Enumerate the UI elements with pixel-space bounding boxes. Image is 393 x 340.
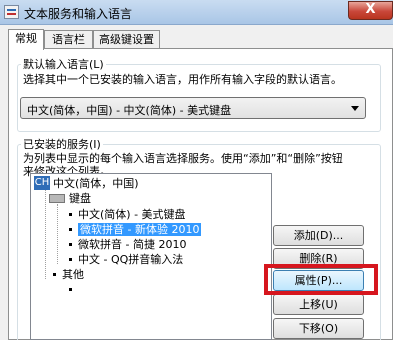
tree-node-keyboard-item-label: 微软拼音 - 简捷 2010 [78, 238, 187, 251]
default-language-dropdown[interactable]: 中文(简体，中国) - 中文(简体) - 美式键盘 [20, 97, 366, 119]
title-bar[interactable]: 文本服务和输入语言 X [0, 0, 393, 25]
chevron-down-icon [351, 106, 359, 111]
default-language-value: 中文(简体，中国) - 中文(简体) - 美式键盘 [27, 104, 232, 117]
bullet-icon [69, 287, 72, 291]
tree-node-keyboard-item[interactable]: 中文(简体) - 美式键盘 [69, 207, 186, 222]
move-up-button[interactable]: 上移(U) [273, 294, 364, 315]
tree-node-other-group-label: 其他 [62, 268, 84, 281]
bullet-icon [53, 272, 56, 276]
remove-button[interactable]: 删除(R) [273, 248, 364, 269]
tree-node-keyboard-item-label: 中文 - QQ拼音输入法 [78, 253, 184, 266]
tree-connector [57, 204, 58, 264]
tab-language-bar[interactable]: 语言栏 [44, 30, 93, 49]
window-title: 文本服务和输入语言 [24, 7, 133, 21]
tab-general[interactable]: 常规 [8, 29, 44, 50]
tree-node-keyboard-group[interactable]: 键盘 [49, 191, 91, 206]
default-language-description: 选择其中一个已安装的输入语言，用作所有输入字段的默认语言。 [23, 73, 342, 86]
language-badge-icon: CH [34, 176, 50, 190]
keyboard-icon [49, 193, 65, 203]
tab-advanced-key-settings[interactable]: 高级键设置 [93, 30, 160, 49]
add-button[interactable]: 添加(D)... [273, 225, 364, 246]
tree-node-keyboard-item[interactable]: 微软拼音 - 简捷 2010 [69, 237, 186, 252]
tree-connector [45, 189, 46, 279]
tree-node-other-group[interactable]: 其他 [53, 267, 84, 282]
properties-button[interactable]: 属性(P)... [273, 270, 364, 291]
close-button[interactable]: X [348, 1, 393, 20]
bullet-icon [69, 242, 72, 246]
tree-node-language[interactable]: CH 中文(简体，中国) [34, 176, 139, 191]
tree-node-keyboard-item-label: 中文(简体) - 美式键盘 [78, 208, 186, 221]
tree-node-keyboard-item-label: 微软拼音 - 新体验 2010 [78, 223, 202, 236]
tree-node-keyboard-item-selected[interactable]: 微软拼音 - 新体验 2010 [69, 222, 202, 237]
move-down-button[interactable]: 下移(O) [273, 318, 364, 339]
default-language-legend: 默认输入语言(L) [21, 56, 106, 72]
tree-node-keyboard-group-label: 键盘 [69, 192, 91, 205]
tree-node-keyboard-item[interactable]: 中文 - QQ拼音输入法 [69, 252, 183, 267]
tree-node-other-item[interactable] [69, 282, 78, 297]
bullet-icon [69, 227, 72, 231]
installed-services-tree[interactable]: CH 中文(简体，中国) 键盘 中文(简体) - 美式键盘 微软拼音 - 新体验 … [30, 173, 272, 340]
bullet-icon [69, 257, 72, 261]
bullet-icon [69, 212, 72, 216]
app-icon [4, 5, 19, 19]
tree-node-language-label: 中文(简体，中国) [53, 177, 139, 190]
